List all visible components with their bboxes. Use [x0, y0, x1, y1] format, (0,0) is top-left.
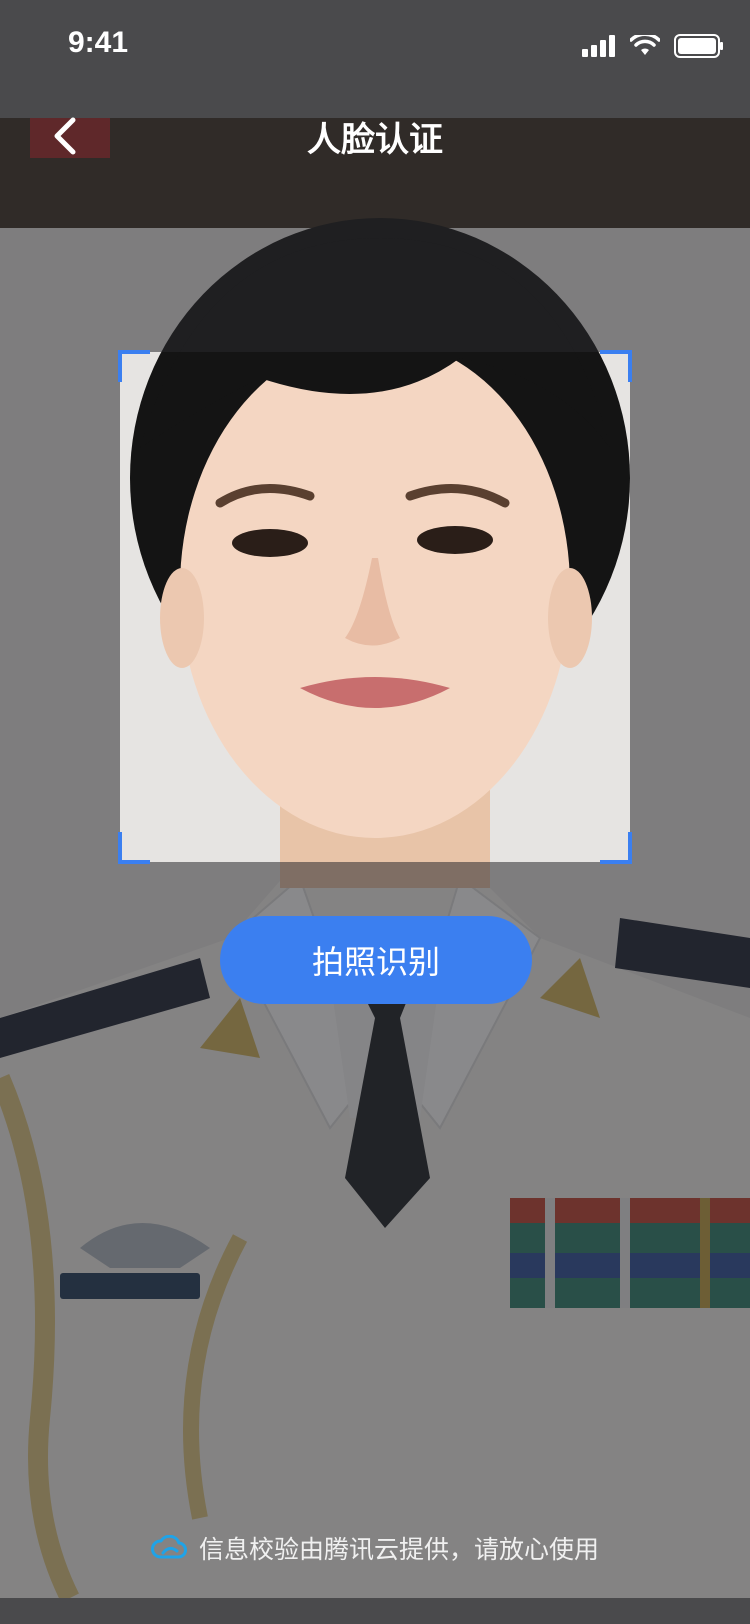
camera-preview [0, 118, 750, 1598]
signal-icon [582, 35, 616, 61]
frame-corner-top-right [600, 350, 632, 382]
battery-icon [674, 34, 724, 62]
footer-note: 信息校验由腾讯云提供，请放心使用 [0, 1530, 750, 1566]
face-capture-frame [118, 350, 632, 864]
frame-corner-bottom-right [600, 832, 632, 864]
capture-button[interactable]: 拍照识别 [220, 916, 532, 1004]
status-bar: 9:41 [0, 0, 750, 118]
status-time: 9:41 [68, 26, 129, 59]
frame-corner-bottom-left [118, 832, 150, 864]
status-icons [582, 32, 724, 62]
frame-corner-top-left [118, 350, 150, 382]
nav-bar: 人脸认证 [0, 108, 750, 164]
page-title: 人脸认证 [307, 120, 443, 160]
tencent-cloud-icon [150, 1535, 187, 1559]
home-indicator-area [0, 1598, 750, 1624]
footer-text: 信息校验由腾讯云提供，请放心使用 [198, 1535, 599, 1564]
wifi-icon [629, 32, 661, 61]
